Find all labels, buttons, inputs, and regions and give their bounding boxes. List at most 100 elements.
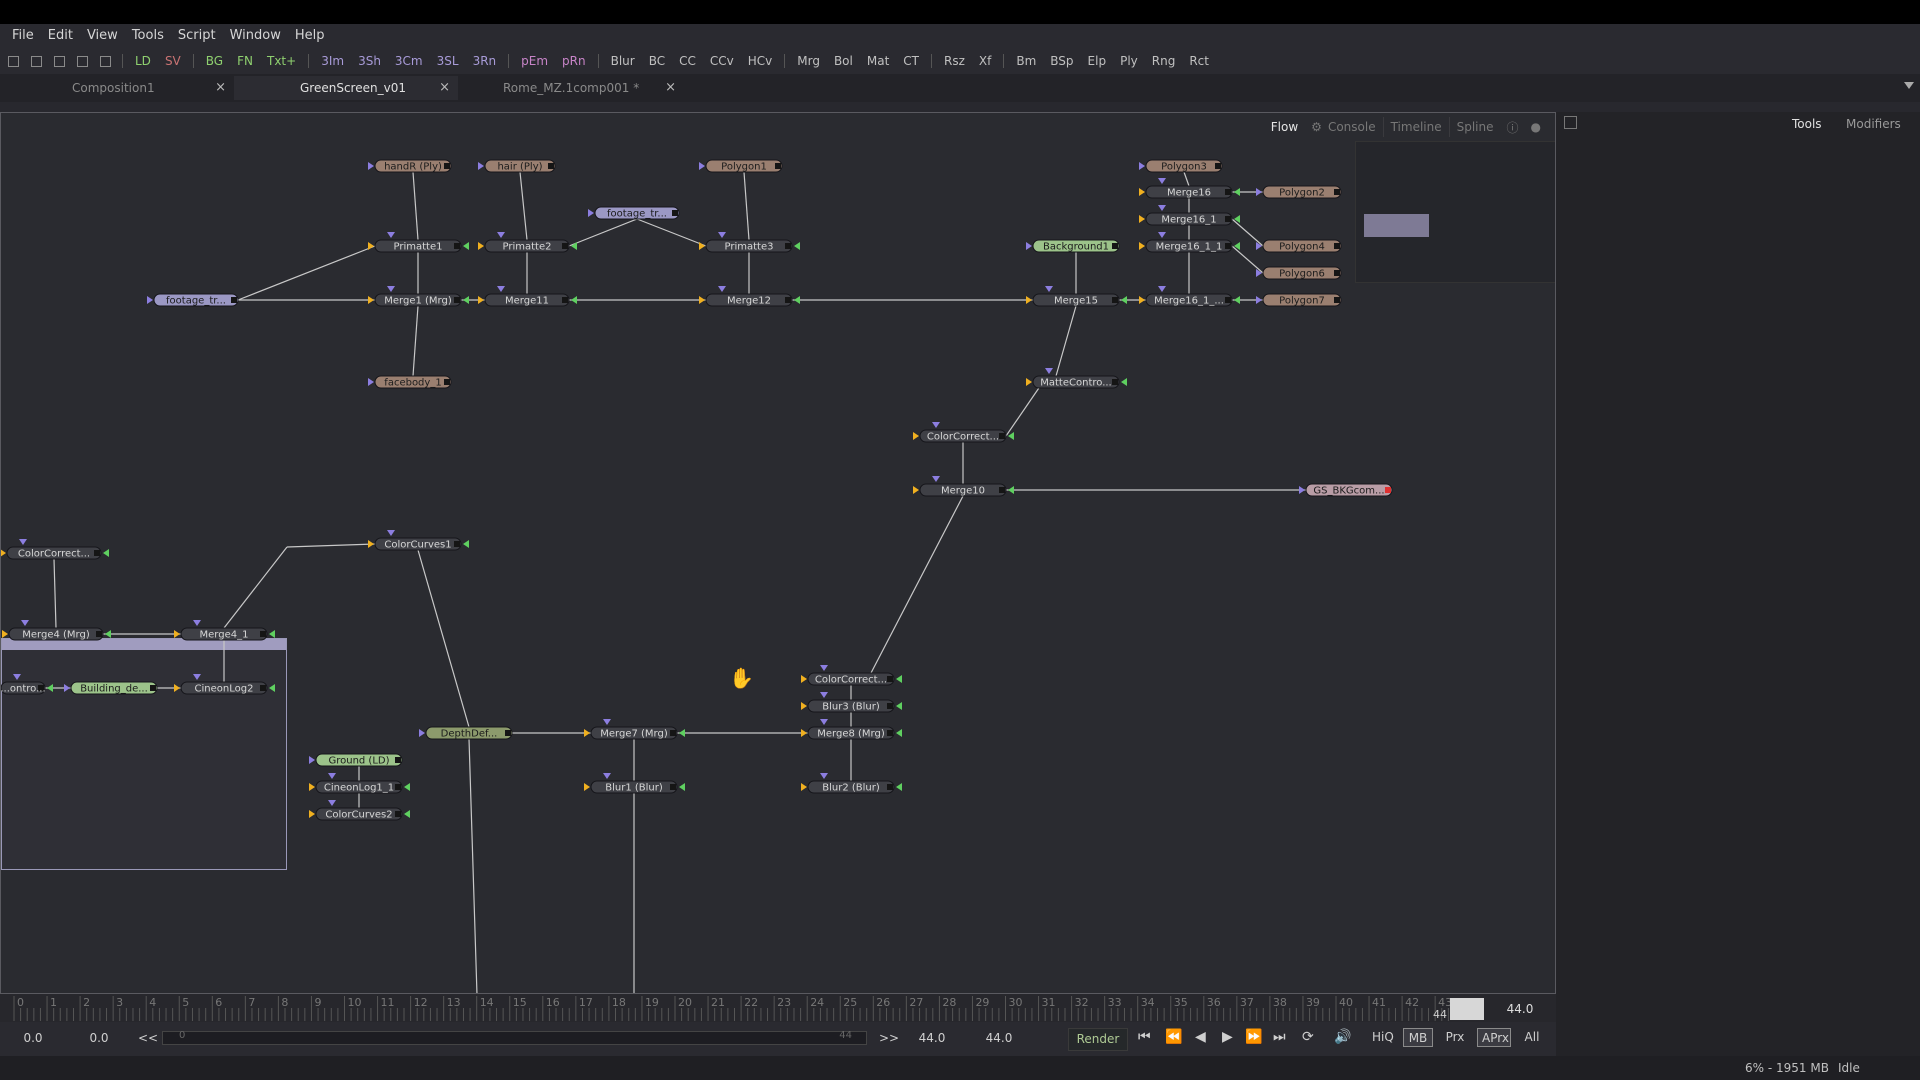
node-primatte2[interactable]: Primatte2	[478, 232, 577, 253]
node-merge7[interactable]: Merge7 (Mrg)	[584, 719, 685, 740]
effect-mask-pin[interactable]	[21, 620, 29, 626]
tab-composition1[interactable]: Composition1 ×	[62, 76, 234, 100]
input-pin[interactable]	[1299, 486, 1305, 494]
ruler-ticks[interactable]: 0 1 2 3 4 5 6 7 8 9 10 11 12 13 14 15 16 17 18 19 20 21 22 23 24…	[0, 994, 1450, 1022]
connection-wire[interactable]	[1005, 381, 1044, 437]
input-pin[interactable]	[913, 432, 919, 440]
mask-input-pin[interactable]	[47, 684, 53, 692]
effect-mask-pin[interactable]	[328, 800, 336, 806]
node-colorcorrectb[interactable]: ColorCorrect...	[801, 665, 902, 686]
mask-input-pin[interactable]	[571, 242, 577, 250]
output-pin[interactable]	[454, 541, 460, 547]
node-merge4[interactable]: Merge4 (Mrg)	[2, 620, 111, 641]
connection-wire[interactable]	[412, 171, 419, 241]
output-pin[interactable]	[1225, 243, 1231, 249]
output-pin[interactable]	[672, 210, 678, 216]
output-pin[interactable]	[1215, 163, 1221, 169]
render-button[interactable]: Render	[1068, 1028, 1128, 1051]
tool-button-3cm[interactable]: 3Cm	[388, 48, 430, 74]
mask-input-pin[interactable]	[571, 296, 577, 304]
input-pin[interactable]	[699, 162, 705, 170]
output-pin[interactable]	[444, 163, 450, 169]
mask-input-pin[interactable]	[1008, 486, 1014, 494]
effect-mask-pin[interactable]	[603, 773, 611, 779]
output-pin[interactable]	[260, 631, 266, 637]
input-pin[interactable]	[801, 783, 807, 791]
global-end-field[interactable]: 44.0	[975, 1028, 1023, 1048]
play-reverse-icon[interactable]: ◀	[1195, 1029, 1206, 1045]
flow-navigator[interactable]	[1355, 141, 1555, 283]
tool-button-pem[interactable]: pEm	[514, 48, 555, 74]
all-toggle[interactable]: All	[1518, 1028, 1546, 1047]
node-facebody[interactable]: facebody_1	[368, 375, 452, 389]
output-pin[interactable]	[1112, 243, 1118, 249]
input-pin[interactable]	[588, 209, 594, 217]
input-pin[interactable]	[419, 729, 425, 737]
effect-mask-pin[interactable]	[1158, 178, 1166, 184]
input-pin[interactable]	[147, 296, 153, 304]
tool-button-3im[interactable]: 3Im	[314, 48, 351, 74]
output-pin[interactable]	[785, 243, 791, 249]
go-to-start-icon[interactable]: ⏮	[1138, 1029, 1151, 1045]
mask-input-pin[interactable]	[679, 783, 685, 791]
output-pin[interactable]	[887, 676, 893, 682]
menu-script[interactable]: Script	[171, 24, 223, 48]
tool-button-3rn[interactable]: 3Rn	[466, 48, 504, 74]
input-pin[interactable]	[1026, 378, 1032, 386]
effect-mask-pin[interactable]	[820, 773, 828, 779]
time-ruler[interactable]: 0 1 2 3 4 5 6 7 8 9 10 11 12 13 14 15 16 17 18 19 20 21 22 23 24…	[0, 994, 1556, 1022]
connection-wire[interactable]	[636, 218, 707, 247]
step-forward-icon[interactable]: ⏩	[1245, 1029, 1262, 1045]
effect-mask-pin[interactable]	[497, 286, 505, 292]
tool-button-3sl[interactable]: 3SL	[430, 48, 466, 74]
output-pin[interactable]	[887, 784, 893, 790]
input-pin[interactable]	[913, 486, 919, 494]
menu-file[interactable]: File	[0, 24, 41, 48]
output-pin[interactable]	[1225, 297, 1231, 303]
node-ground[interactable]: Ground (LD)	[309, 753, 403, 767]
input-pin[interactable]	[64, 684, 70, 692]
input-pin[interactable]	[1256, 296, 1262, 304]
menu-edit[interactable]: Edit	[41, 24, 80, 48]
output-pin[interactable]	[785, 297, 791, 303]
tab-tools[interactable]: Tools	[1784, 114, 1830, 134]
node-background1[interactable]: Background1	[1026, 239, 1120, 253]
connection-wire[interactable]	[743, 171, 750, 241]
input-pin[interactable]	[174, 630, 180, 638]
input-pin[interactable]	[368, 242, 374, 250]
output-pin[interactable]	[231, 297, 237, 303]
output-pin[interactable]	[562, 243, 568, 249]
mask-input-pin[interactable]	[463, 242, 469, 250]
input-pin[interactable]	[309, 810, 315, 818]
input-pin[interactable]	[1139, 162, 1145, 170]
effect-mask-pin[interactable]	[932, 476, 940, 482]
node-handr[interactable]: handR (Ply)	[368, 159, 452, 173]
play-icon[interactable]: ▶	[1222, 1029, 1233, 1045]
node-graph[interactable]: handR (Ply) hair (Ply) Polygon1 Polygon3 Mer…	[1, 113, 1556, 994]
mask-input-pin[interactable]	[463, 540, 469, 548]
mask-input-pin[interactable]	[1121, 378, 1127, 386]
node-footage_left[interactable]: footage_tr...	[147, 293, 239, 307]
rewind-range-button[interactable]: <<	[138, 1028, 158, 1048]
connection-wire[interactable]	[870, 495, 964, 674]
mask-input-pin[interactable]	[896, 675, 902, 683]
mask-input-pin[interactable]	[103, 549, 109, 557]
input-pin[interactable]	[174, 684, 180, 692]
node-mattectrlg[interactable]: ...ontro...	[1, 674, 53, 695]
input-pin[interactable]	[584, 783, 590, 791]
node-merge16[interactable]: Merge16	[1139, 178, 1240, 199]
output-pin[interactable]	[670, 730, 676, 736]
node-primatte1[interactable]: Primatte1	[368, 232, 469, 253]
panel-toggle-checkbox[interactable]	[1564, 116, 1577, 129]
output-pin[interactable]	[260, 685, 266, 691]
mask-input-pin[interactable]	[269, 684, 275, 692]
navigator-viewport[interactable]	[1364, 214, 1429, 237]
effect-mask-pin[interactable]	[387, 530, 395, 536]
input-pin[interactable]	[1139, 188, 1145, 196]
node-footage_top[interactable]: footage_tr...	[588, 206, 680, 220]
menu-help[interactable]: Help	[288, 24, 332, 48]
mask-input-pin[interactable]	[404, 783, 410, 791]
close-icon[interactable]: ×	[665, 76, 676, 100]
output-pin[interactable]	[454, 297, 460, 303]
effect-mask-pin[interactable]	[1045, 368, 1053, 374]
